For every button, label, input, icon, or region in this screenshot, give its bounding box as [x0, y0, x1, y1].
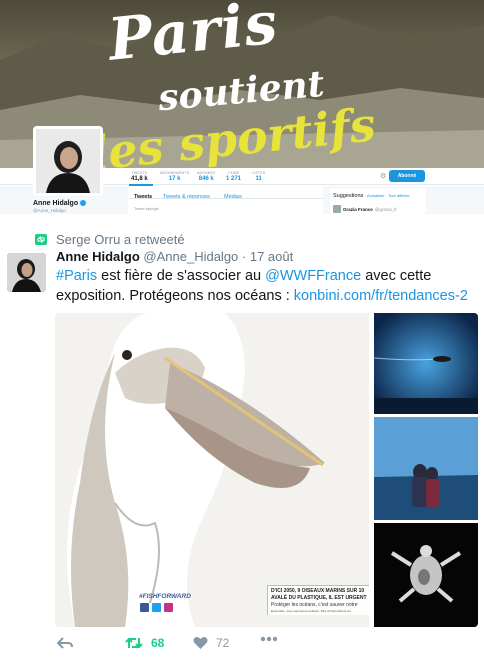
tab-tweets[interactable]: Tweets — [134, 194, 152, 200]
instagram-icon — [164, 603, 173, 612]
tweet-author-name[interactable]: Anne Hidalgo — [56, 249, 140, 264]
suggestions-title: Suggestions · Actualiser · Tout afficher — [333, 193, 410, 199]
more-button[interactable] — [260, 636, 278, 642]
retweeted-by-label[interactable]: Serge Orru a retweeté — [56, 232, 185, 247]
gear-icon[interactable]: ⚙ — [380, 172, 386, 180]
tweet-media-grid: #FISHFORWARD D'ICI 2050, 9 OISEAUX MARIN… — [55, 313, 478, 627]
profile-screenshot: Paris soutient les sportifs TWEETS 41,8 … — [0, 0, 484, 214]
stat-followers[interactable]: ABONNÉS 846 k — [197, 171, 216, 182]
caption-line-3: Protéger les océans, c'est sauver notre — [271, 602, 358, 608]
tabs-divider — [129, 198, 323, 199]
tweet-author-handle[interactable]: @Anne_Hidalgo — [143, 249, 238, 264]
caption-line-1: D'ICI 2050, 9 OISEAUX MARINS SUR 10 — [271, 588, 365, 594]
suggestion-item[interactable]: Grazia France @grazia_fr — [333, 205, 397, 213]
like-icon — [193, 636, 208, 649]
media-thumb-turtle-xray[interactable] — [374, 523, 478, 627]
media-social-icons — [140, 603, 173, 612]
suggestions-links[interactable]: · Actualiser · Tout afficher — [365, 193, 410, 198]
stat-tweets[interactable]: TWEETS 41,8 k — [131, 171, 148, 182]
pinned-tweet-label: Tweet épinglé — [134, 206, 159, 211]
like-count: 72 — [216, 636, 230, 650]
tweet-timestamp[interactable]: · 17 août — [242, 249, 293, 264]
follow-button[interactable]: Abonné — [389, 170, 425, 182]
media-main-pelican[interactable]: #FISHFORWARD D'ICI 2050, 9 OISEAUX MARIN… — [55, 313, 369, 627]
caption-line-2: AVALÉ DU PLASTIQUE, IL EST URGENT — [271, 595, 367, 601]
like-button[interactable]: 72 — [193, 636, 229, 650]
profile-avatar — [33, 126, 103, 196]
profile-name: Anne Hidalgo — [33, 200, 87, 207]
stat-following[interactable]: ABONNEMENTS 17 k — [160, 171, 189, 182]
tweet-author-avatar[interactable] — [7, 253, 46, 292]
profile-handle: @Anne_Hidalgo — [33, 208, 66, 213]
more-icon — [260, 636, 278, 642]
tab-media[interactable]: Médias — [224, 194, 242, 200]
twitter-icon — [152, 603, 161, 612]
retweet-icon — [125, 637, 143, 649]
reply-button[interactable] — [57, 636, 73, 650]
retweet-count: 68 — [151, 636, 165, 650]
media-thumb-aquarium[interactable] — [374, 417, 478, 520]
media-thumb-bullet[interactable] — [374, 313, 478, 414]
mention-link[interactable]: @WWFFrance — [265, 268, 361, 284]
hashtag-link[interactable]: #Paris — [56, 268, 97, 284]
caption-line-4: Ensemble, nous sommes la solution. Plus … — [271, 609, 351, 613]
tab-tweets-replies[interactable]: Tweets & réponses — [163, 194, 210, 200]
verified-icon — [80, 200, 87, 207]
stat-likes[interactable]: J'AIME 1 271 — [226, 171, 241, 182]
suggestion-avatar — [333, 205, 341, 213]
retweet-context-icon — [35, 234, 47, 245]
tweet-actions: 68 72 — [0, 630, 484, 661]
stat-lists[interactable]: LISTES 11 — [252, 171, 265, 182]
tweet-header: Anne Hidalgo @Anne_Hidalgo · 17 août — [56, 249, 293, 264]
retweet-button[interactable]: 68 — [125, 636, 164, 650]
reply-icon — [57, 637, 73, 649]
facebook-icon — [140, 603, 149, 612]
pelican-illustration — [55, 313, 369, 627]
fishforward-hashtag: #FISHFORWARD — [139, 593, 191, 600]
